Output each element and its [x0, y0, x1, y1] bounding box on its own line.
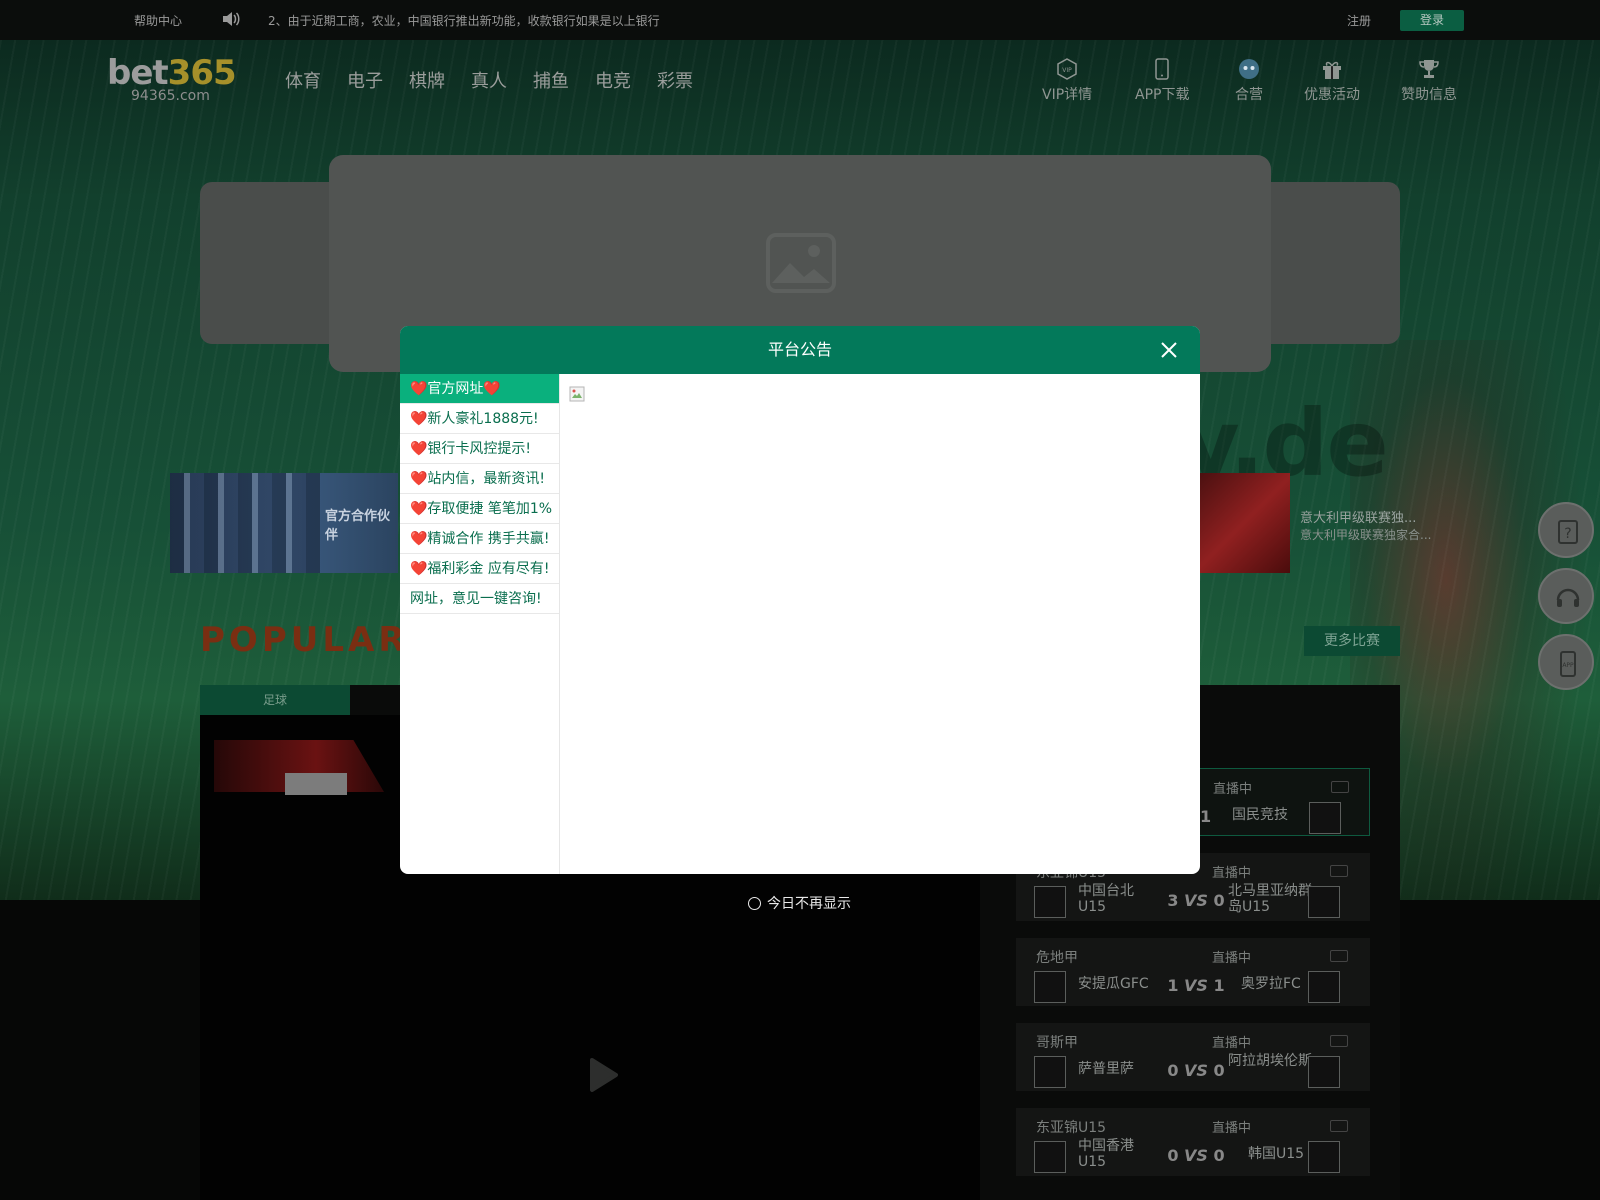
announcement-item-new-user-bonus[interactable]: ❤️新人豪礼1888元! — [400, 404, 559, 434]
announcement-list: ❤️官方网址❤️ ❤️新人豪礼1888元! ❤️银行卡风控提示! ❤️站内信，最… — [400, 374, 560, 874]
announcement-item-welfare[interactable]: ❤️福利彩金 应有尽有! — [400, 554, 559, 584]
close-icon[interactable] — [1158, 339, 1180, 361]
announcement-item-inbox-news[interactable]: ❤️站内信，最新资讯! — [400, 464, 559, 494]
modal-title: 平台公告 — [767, 340, 832, 359]
dont-show-today-toggle[interactable]: 今日不再显示 — [748, 893, 851, 913]
announcement-item-bank-card-risk[interactable]: ❤️银行卡风控提示! — [400, 434, 559, 464]
announcement-modal: 平台公告 ❤️官方网址❤️ ❤️新人豪礼1888元! ❤️银行卡风控提示! ❤️… — [400, 326, 1200, 874]
announcement-item-consult[interactable]: 网址，意见一键咨询! — [400, 584, 559, 614]
announcement-item-cooperation[interactable]: ❤️精诚合作 携手共赢! — [400, 524, 559, 554]
dont-show-today-label: 今日不再显示 — [767, 896, 851, 912]
announcement-item-official-site[interactable]: ❤️官方网址❤️ — [400, 374, 559, 404]
modal-header: 平台公告 — [400, 326, 1200, 374]
announcement-item-deposit-bonus[interactable]: ❤️存取便捷 笔笔加1% — [400, 494, 559, 524]
announcement-content — [561, 374, 1200, 874]
broken-image-icon — [569, 386, 585, 402]
radio-icon[interactable] — [748, 896, 761, 910]
